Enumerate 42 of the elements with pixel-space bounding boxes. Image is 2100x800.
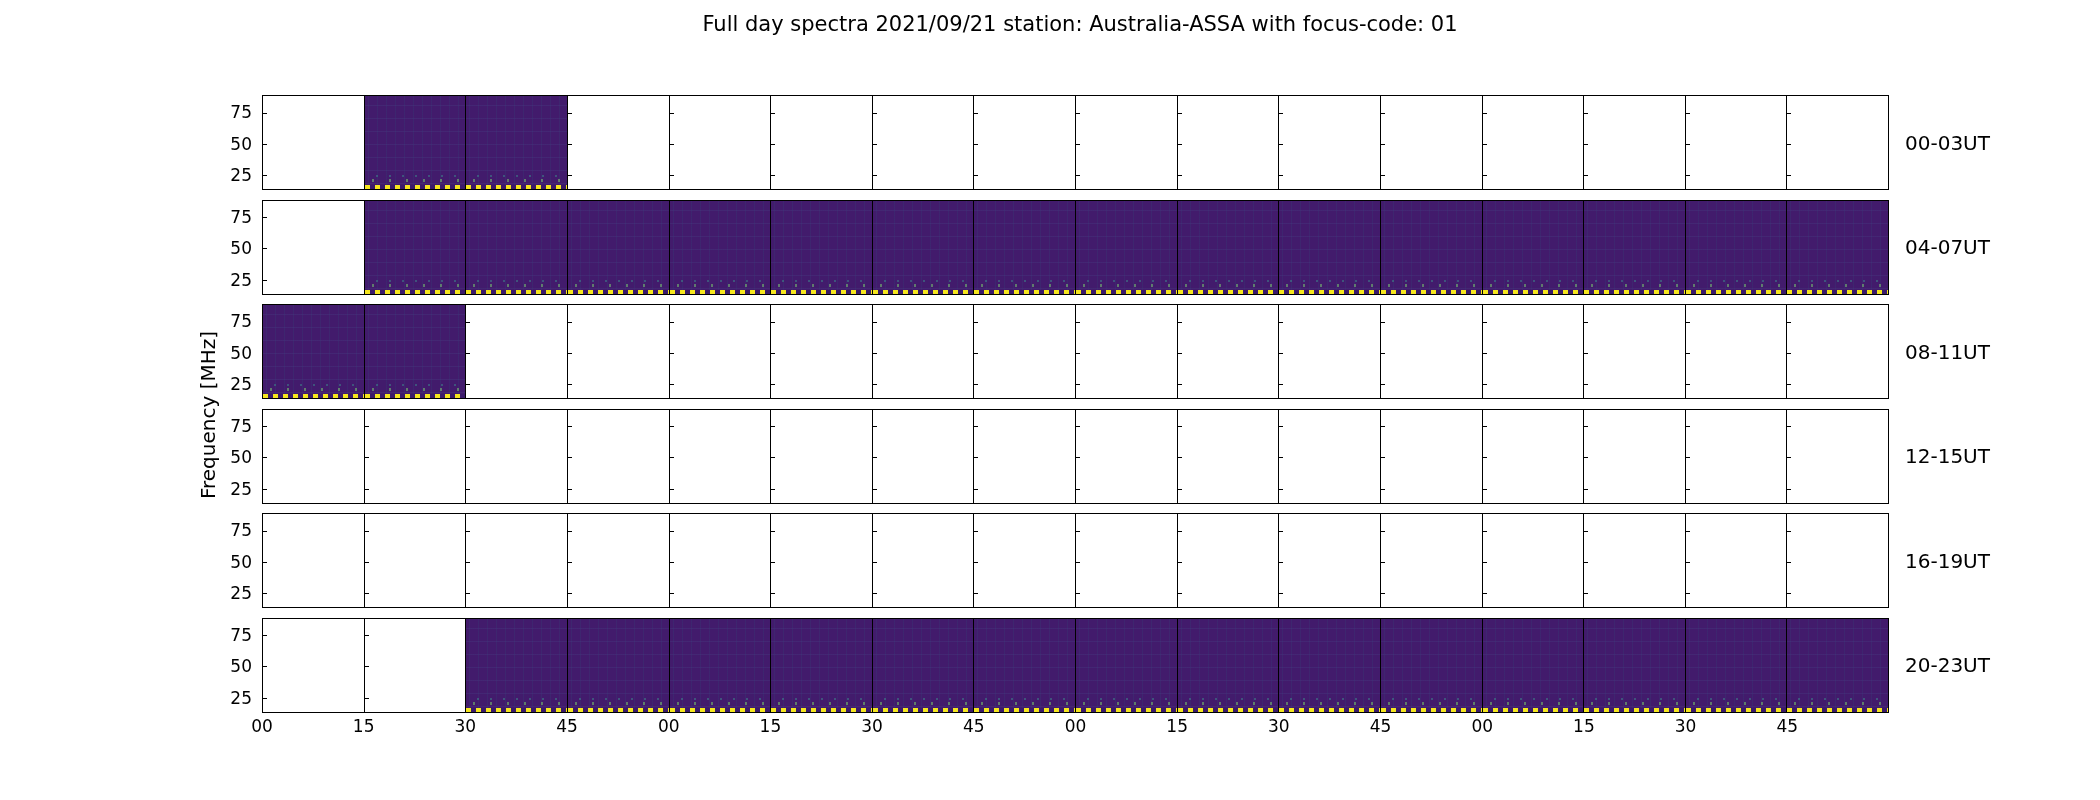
x-tick-label: 45 xyxy=(1776,715,1799,736)
row-time-label: 04-07UT xyxy=(1905,235,1990,259)
y-tick-label: 75 xyxy=(230,311,252,331)
y-tick-label: 75 xyxy=(230,102,252,122)
y-tick-label: 25 xyxy=(230,165,252,185)
x-tick-label: 45 xyxy=(1369,715,1392,736)
x-tick-label: 30 xyxy=(454,715,477,736)
y-tick-label: 50 xyxy=(230,342,252,363)
y-axis-label: Frequency [MHz] xyxy=(196,331,220,500)
y-tick-label: 25 xyxy=(230,374,252,394)
x-tick-label: 00 xyxy=(251,715,273,736)
y-tick-label: 50 xyxy=(230,656,252,676)
y-tick-label: 25 xyxy=(230,687,252,708)
x-tick-label: 30 xyxy=(1674,715,1697,736)
y-tick-label: 75 xyxy=(230,520,252,540)
y-tick-label: 75 xyxy=(230,206,252,227)
x-tick-label: 00 xyxy=(1471,715,1494,736)
row-time-label: 16-19UT xyxy=(1905,548,1990,573)
row-time-label: 12-15UT xyxy=(1905,444,1990,468)
x-tick-label: 45 xyxy=(556,715,578,736)
y-tick-label: 75 xyxy=(230,415,252,436)
y-tick-label: 50 xyxy=(230,133,252,154)
x-tick-label: 00 xyxy=(657,715,680,736)
x-tick-label: 45 xyxy=(963,715,985,736)
y-tick-label: 25 xyxy=(230,478,252,499)
y-tick-label: 50 xyxy=(230,238,252,258)
y-tick-label: 25 xyxy=(230,269,252,290)
y-tick-label: 50 xyxy=(230,447,252,467)
y-tick-label: 25 xyxy=(230,583,252,603)
y-tick-label: 50 xyxy=(230,551,252,572)
x-tick-label: 15 xyxy=(1166,715,1188,736)
y-tick-label: 75 xyxy=(230,624,252,645)
row-time-label: 20-23UT xyxy=(1905,653,1990,677)
x-tick-label: 15 xyxy=(352,715,375,736)
x-tick-label: 00 xyxy=(1064,715,1087,736)
figure-title: Full day spectra 2021/09/21 station: Australia-ASSA with focus-code: 01 xyxy=(701,11,1459,38)
x-tick-label: 15 xyxy=(1573,715,1595,736)
x-tick-label: 30 xyxy=(861,715,883,736)
x-tick-label: 15 xyxy=(759,715,782,736)
x-tick-label: 30 xyxy=(1268,715,1290,736)
row-time-label: 00-03UT xyxy=(1905,130,1990,155)
row-time-label: 08-11UT xyxy=(1905,339,1990,364)
